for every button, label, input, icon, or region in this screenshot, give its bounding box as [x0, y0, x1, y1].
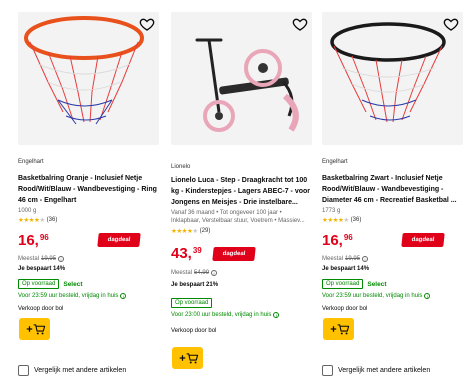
seller: Verkoop door bol [18, 306, 64, 312]
dagdeal-badge: dagdeal [97, 233, 141, 247]
add-to-cart-icon [177, 351, 199, 365]
stock-row: Op voorraad [171, 298, 213, 308]
usual-price: Meestal 19,95 i [18, 256, 65, 262]
add-to-cart-button[interactable] [19, 318, 50, 340]
brand-name[interactable]: Engelhart [18, 159, 44, 165]
info-icon[interactable]: i [362, 256, 369, 262]
basketball-hoop-orange-image [24, 16, 144, 125]
rating[interactable]: ★★★★★ (29) [171, 227, 210, 235]
product-title[interactable]: Lionelo Luca - Step - Draagkracht tot 10… [171, 175, 312, 208]
old-price: 19,95 [41, 256, 57, 262]
price-whole: 16, [18, 232, 39, 249]
rating[interactable]: ★★★★★ (36) [322, 216, 361, 224]
dagdeal-badge: dagdeal [401, 233, 445, 247]
stock-badge: Op voorraad [171, 298, 213, 308]
stock-badge: Op voorraad [322, 279, 364, 289]
select-label: Select [367, 280, 387, 288]
heart-icon[interactable] [443, 16, 459, 32]
product-weight: 1773 g [322, 208, 341, 214]
stock-row: Op voorraad Select [18, 279, 83, 289]
basketball-hoop-black-image [330, 22, 446, 123]
meestal-label: Meestal [18, 256, 40, 262]
savings-text: Je bespaart 21% [171, 282, 219, 288]
select-label: Select [63, 280, 83, 288]
product-image[interactable] [171, 12, 312, 145]
compare-option[interactable]: Vergelijk met andere artikelen [18, 365, 126, 376]
old-price: 54,99 [194, 270, 210, 276]
compare-option[interactable]: Vergelijk met andere artikelen [322, 365, 430, 376]
usual-price: Meestal 54,99 i [171, 270, 218, 276]
brand-name[interactable]: Engelhart [322, 159, 348, 165]
product-title[interactable]: Basketbalring Oranje - Inclusief Netje R… [18, 173, 159, 206]
meestal-label: Meestal [322, 256, 344, 262]
product-weight: 1000 g [18, 208, 37, 214]
info-icon[interactable]: i [120, 293, 127, 299]
product-title[interactable]: Basketbalring Zwart - Inclusief Netje Ro… [322, 173, 463, 206]
compare-checkbox[interactable] [18, 365, 29, 376]
info-icon[interactable]: i [211, 270, 218, 276]
delivery-info: Voor 23:00 uur besteld, vrijdag in huis i [171, 312, 280, 318]
heart-icon[interactable] [139, 16, 155, 32]
info-icon[interactable]: i [58, 256, 65, 262]
seller: Verkoop door bol [322, 306, 368, 312]
compare-label[interactable]: Vergelijk met andere artikelen [338, 367, 430, 374]
price-cents: 96 [39, 233, 49, 242]
product-card: Engelhart Basketbalring Zwart - Inclusie… [322, 0, 463, 379]
stock-row: Op voorraad Select [322, 279, 387, 289]
usual-price: Meestal 19,95 i [322, 256, 369, 262]
price-whole: 43, [171, 245, 192, 262]
compare-checkbox[interactable] [322, 365, 333, 376]
product-card: Lionelo Lionelo Luca - Step - Draagkrach… [171, 0, 312, 379]
rating[interactable]: ★★★★★ (36) [18, 216, 57, 224]
price-cents: 39 [192, 246, 202, 255]
add-to-cart-icon [328, 322, 350, 336]
delivery-text: Voor 23:59 uur besteld, vrijdag in huis [322, 293, 423, 299]
product-image[interactable] [322, 12, 463, 145]
savings-text: Je bespaart 14% [18, 266, 66, 272]
spec-line: Inklapbaar, Verstelbaar stuur, Voetrem •… [171, 218, 305, 224]
price: 43, 39 [171, 245, 202, 262]
price-cents: 96 [343, 233, 353, 242]
product-card: Engelhart Basketbalring Oranje - Inclusi… [18, 0, 159, 379]
rating-stars: ★★★★★ [322, 217, 349, 224]
scooter-image [195, 38, 299, 132]
compare-label[interactable]: Vergelijk met andere artikelen [34, 367, 126, 374]
stock-badge: Op voorraad [18, 279, 60, 289]
rating-stars: ★★★★★ [18, 217, 45, 224]
add-to-cart-icon [24, 322, 46, 336]
review-count: (36) [46, 217, 58, 223]
seller: Verkoop door bol [171, 328, 217, 334]
add-to-cart-button[interactable] [172, 347, 203, 369]
product-image[interactable] [18, 12, 159, 145]
info-icon[interactable]: i [273, 312, 280, 318]
savings-text: Je bespaart 14% [322, 266, 370, 272]
info-icon[interactable]: i [424, 293, 431, 299]
price: 16, 96 [322, 232, 353, 249]
review-count: (29) [199, 228, 211, 234]
price: 16, 96 [18, 232, 49, 249]
dagdeal-badge: dagdeal [212, 247, 256, 261]
meestal-label: Meestal [171, 270, 193, 276]
delivery-text: Voor 23:00 uur besteld, vrijdag in huis [171, 312, 272, 318]
delivery-info: Voor 23:59 uur besteld, vrijdag in huis i [322, 293, 431, 299]
old-price: 19,95 [345, 256, 361, 262]
brand-name[interactable]: Lionelo [171, 164, 190, 170]
review-count: (36) [350, 217, 362, 223]
delivery-info: Voor 23:59 uur besteld, vrijdag in huis i [18, 293, 127, 299]
delivery-text: Voor 23:59 uur besteld, vrijdag in huis [18, 293, 119, 299]
heart-icon[interactable] [292, 16, 308, 32]
add-to-cart-button[interactable] [323, 318, 354, 340]
price-whole: 16, [322, 232, 343, 249]
rating-stars: ★★★★★ [171, 228, 198, 235]
